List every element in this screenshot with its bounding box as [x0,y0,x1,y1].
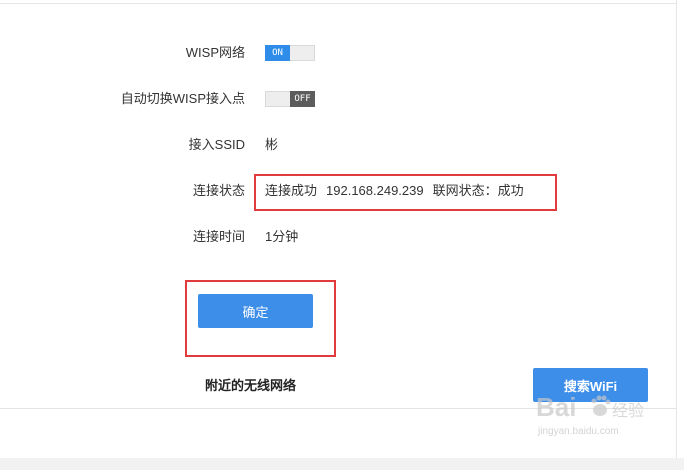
nearby-networks-title: 附近的无线网络 [205,378,297,393]
watermark-suffix: 经验 [612,401,644,420]
search-wifi-button[interactable]: 搜索WiFi [533,368,648,402]
auto-switch-toggle[interactable]: OFF [265,91,315,107]
connection-time-label: 连接时间 [192,229,245,244]
bottom-divider [0,408,676,409]
connection-status-value: 连接成功 192.168.249.239 联网状态：成功 [265,182,524,200]
ssid-label: 接入SSID [188,137,245,152]
confirm-button[interactable]: 确定 [198,294,313,328]
watermark-url: jingyan.baidu.com [537,426,619,437]
toggle-off-indicator: OFF [290,91,315,107]
internet-status: 联网状态：成功 [432,183,524,198]
wisp-network-label: WISP网络 [185,45,245,60]
wisp-network-toggle[interactable]: ON [265,45,315,61]
connection-time-value: 1分钟 [265,229,299,244]
auto-switch-label: 自动切换WISP接入点 [120,91,245,106]
top-divider [0,3,676,4]
right-edge-line [676,0,677,460]
toggle-on-indicator: ON [265,45,290,61]
ssid-value: 彬 [265,137,279,152]
connection-ip: 192.168.249.239 [326,183,424,198]
bottom-band [0,458,684,470]
connection-status-label: 连接状态 [192,183,245,198]
connection-result: 连接成功 [265,183,318,198]
